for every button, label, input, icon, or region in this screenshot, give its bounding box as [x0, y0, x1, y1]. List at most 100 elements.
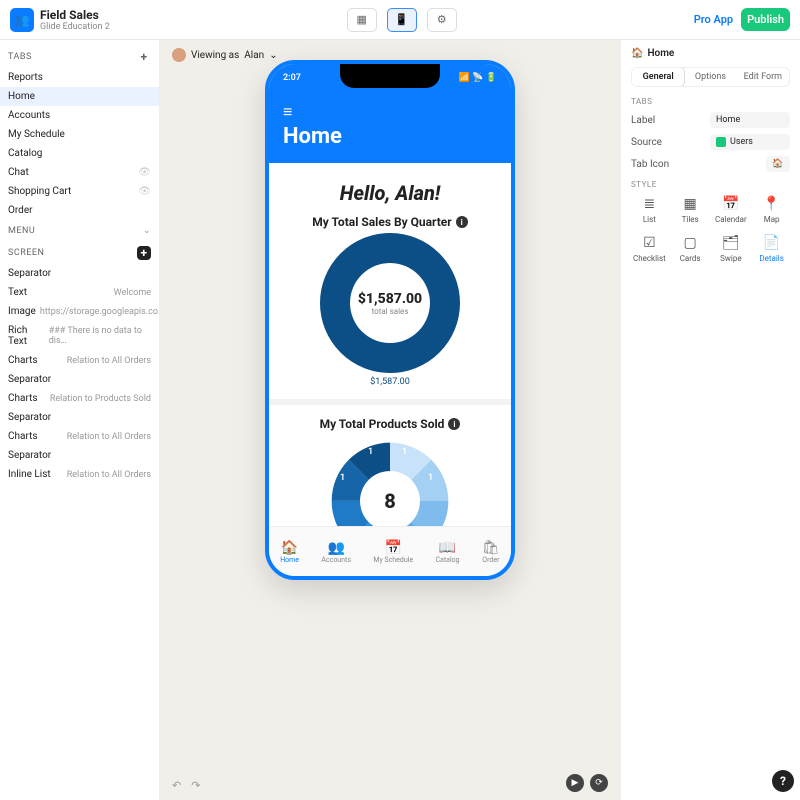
- component-charts[interactable]: ChartsRelation to All Orders: [0, 427, 159, 446]
- viewing-as[interactable]: Viewing as Alan ⌄: [172, 48, 278, 62]
- tab-home[interactable]: Home: [0, 87, 159, 106]
- add-component-button[interactable]: +: [137, 246, 151, 260]
- component-type: Inline List: [8, 469, 51, 480]
- style-label: Checklist: [633, 254, 666, 263]
- redo-button[interactable]: ↷: [191, 779, 200, 792]
- chart2-center: 8: [360, 471, 420, 531]
- seg-options[interactable]: Options: [684, 68, 736, 86]
- app-name: Field Sales: [40, 8, 110, 22]
- viewing-as-user: Alan: [244, 50, 264, 61]
- style-calendar[interactable]: 📅 Calendar: [713, 195, 750, 224]
- undo-button[interactable]: ↶: [172, 779, 181, 792]
- add-tab-button[interactable]: +: [137, 50, 151, 64]
- swipe-icon: 🗂: [721, 234, 741, 252]
- tabbar-schedule[interactable]: 📅My Schedule: [373, 540, 413, 564]
- app-header: ≡ Home: [269, 92, 511, 163]
- tabbar-catalog[interactable]: 📖Catalog: [436, 540, 460, 564]
- hidden-icon: 👁: [138, 167, 151, 178]
- tab-catalog[interactable]: Catalog: [0, 144, 159, 163]
- tab-chat[interactable]: Chat👁: [0, 163, 159, 182]
- style-details[interactable]: 📄Details: [753, 234, 790, 263]
- row-source: Source Users: [631, 134, 790, 150]
- chevron-down-icon[interactable]: ⌄: [143, 226, 151, 236]
- calendar-icon: 📅: [721, 195, 741, 213]
- component-type: Separator: [8, 450, 51, 461]
- tabbar-accounts[interactable]: 👥Accounts: [321, 540, 351, 564]
- style-list[interactable]: ≣List: [631, 195, 668, 224]
- app-body: Hello, Alan! My Total Sales By Quarter i…: [269, 163, 511, 533]
- style-label: Details: [759, 254, 783, 263]
- component-type: Charts: [8, 393, 38, 404]
- component-richtext[interactable]: Rich Text### There is no data to dis…: [0, 321, 159, 351]
- help-button[interactable]: ?: [772, 770, 794, 792]
- component-charts[interactable]: ChartsRelation to Products Sold: [0, 389, 159, 408]
- style-label: Calendar: [715, 215, 747, 224]
- tab-label: My Schedule: [373, 556, 413, 564]
- left-panel: TABS + Reports Home Accounts My Schedule…: [0, 40, 160, 800]
- component-type: Separator: [8, 374, 51, 385]
- component-separator[interactable]: Separator: [0, 446, 159, 465]
- topbar-right: Pro App Publish: [694, 8, 790, 31]
- menu-section-header: MENU ⌄: [0, 220, 159, 240]
- tab-my-schedule[interactable]: My Schedule: [0, 125, 159, 144]
- layout-view-button[interactable]: 📱: [387, 8, 417, 32]
- status-time: 2:07: [283, 73, 301, 83]
- tabicon-select[interactable]: 🏠: [766, 156, 790, 172]
- component-charts[interactable]: ChartsRelation to All Orders: [0, 351, 159, 370]
- component-type: Image: [8, 306, 36, 317]
- component-separator[interactable]: Separator: [0, 370, 159, 389]
- tabbar-home[interactable]: 🏠Home: [280, 540, 299, 564]
- component-type: Charts: [8, 355, 38, 366]
- style-label: Tiles: [682, 215, 699, 224]
- reload-button[interactable]: ⟳: [590, 774, 608, 792]
- label-input[interactable]: Home: [710, 112, 790, 128]
- style-tiles[interactable]: ▦Tiles: [672, 195, 709, 224]
- chart2: 8 1 1 1 1: [279, 435, 501, 533]
- data-view-button[interactable]: ▦: [347, 8, 377, 32]
- style-swipe[interactable]: 🗂Swipe: [713, 234, 750, 263]
- component-image[interactable]: Imagehttps://storage.googleapis.co…: [0, 302, 159, 321]
- catalog-icon: 📖: [439, 540, 456, 556]
- tab-shopping-cart[interactable]: Shopping Cart👁: [0, 182, 159, 201]
- component-type: Rich Text: [8, 325, 45, 347]
- style-checklist[interactable]: ☑Checklist: [631, 234, 668, 263]
- chart1-title: My Total Sales By Quarter: [312, 215, 451, 229]
- component-separator[interactable]: Separator: [0, 408, 159, 427]
- tab-label: Home: [8, 91, 35, 102]
- seg-editform[interactable]: Edit Form: [737, 68, 789, 86]
- phone-preview: 2:07 📶 📡 🔋 ≡ Home Hello, Alan! My Total …: [265, 60, 515, 580]
- component-inline-list[interactable]: Inline List Relation to All Orders: [0, 465, 159, 484]
- tabbar-order[interactable]: 🛍Order: [482, 540, 500, 564]
- chart1-legend: $1,587.00: [370, 377, 410, 387]
- style-cards[interactable]: ▢Cards: [672, 234, 709, 263]
- tab-accounts[interactable]: Accounts: [0, 106, 159, 125]
- tab-order[interactable]: Order: [0, 201, 159, 220]
- phone-notch: [340, 64, 440, 88]
- right-panel: 🏠 Home General Options Edit Form TABS La…: [620, 40, 800, 800]
- publish-button[interactable]: Publish: [741, 8, 790, 31]
- bag-icon: 🛍: [482, 540, 500, 556]
- menu-icon[interactable]: ≡: [283, 102, 497, 122]
- style-map[interactable]: 📍Map: [753, 195, 790, 224]
- info-icon[interactable]: i: [448, 418, 460, 430]
- info-icon[interactable]: i: [456, 216, 468, 228]
- component-text[interactable]: TextWelcome: [0, 283, 159, 302]
- slice-label: 1: [428, 473, 433, 483]
- page-title: Home: [283, 124, 497, 149]
- component-hint: Welcome: [114, 288, 151, 298]
- cards-icon: ▢: [680, 234, 700, 252]
- component-hint: ### There is no data to dis…: [49, 326, 151, 346]
- pro-app-link[interactable]: Pro App: [694, 13, 733, 26]
- settings-view-button[interactable]: ⚙: [427, 8, 457, 32]
- seg-general[interactable]: General: [631, 67, 685, 87]
- slice-label: 1: [340, 473, 345, 483]
- app-meta: Field Sales Glide Education 2: [40, 8, 110, 32]
- source-select[interactable]: Users: [710, 134, 790, 150]
- component-separator[interactable]: Separator: [0, 264, 159, 283]
- tab-reports[interactable]: Reports: [0, 68, 159, 87]
- app-icon: 👥: [10, 8, 34, 32]
- list-icon: ≣: [639, 195, 659, 213]
- component-hint: Relation to All Orders: [67, 470, 151, 480]
- accounts-icon: 👥: [327, 540, 344, 556]
- play-button[interactable]: ▶: [566, 774, 584, 792]
